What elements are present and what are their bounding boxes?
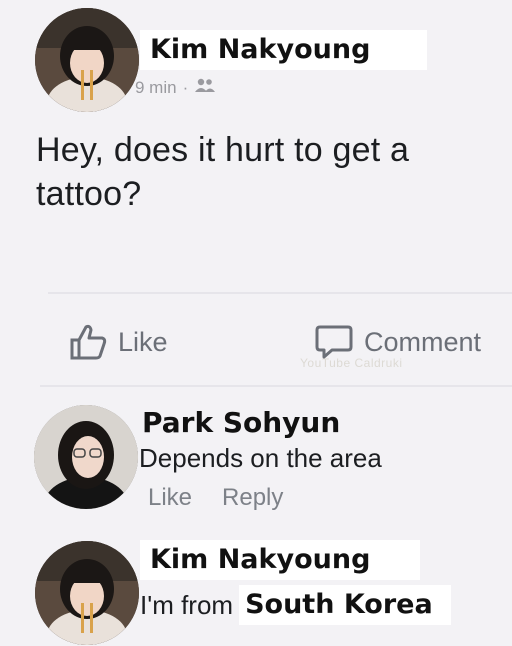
- comment-author-name[interactable]: Park Sohyun: [142, 406, 340, 439]
- post-timestamp[interactable]: 9 min ·: [135, 77, 216, 98]
- like-button[interactable]: Like: [68, 322, 168, 362]
- post-text-line-1: Hey, does it hurt to get a: [36, 131, 410, 169]
- comment-label: Comment: [364, 326, 482, 357]
- reply-text-highlight: South Korea: [239, 585, 452, 625]
- thumbs-up-icon: [68, 323, 108, 361]
- comment-reply-link[interactable]: Reply: [222, 484, 283, 512]
- reply-author-avatar[interactable]: [35, 541, 139, 645]
- comment-like-link[interactable]: Like: [148, 484, 192, 512]
- reply-author-name[interactable]: Kim Nakyoung: [140, 540, 420, 580]
- comment-actions: Like Reply: [148, 484, 283, 512]
- post-author-name[interactable]: Kim Nakyoung: [140, 30, 427, 70]
- post-body: Hey, does it hurt to get a tattoo?: [36, 128, 496, 216]
- comment-text: Depends on the area: [139, 443, 382, 473]
- watermark-text: YouTube Caldruki: [300, 356, 403, 370]
- post-author-avatar[interactable]: [35, 8, 139, 112]
- reply-text: I'm from South Korea: [140, 585, 452, 625]
- like-label: Like: [118, 326, 168, 357]
- post-time: 9 min: [135, 77, 177, 97]
- reply-text-prefix: I'm from: [140, 589, 234, 620]
- post-divider: [48, 292, 512, 294]
- separator-dot: ·: [182, 77, 189, 97]
- friends-icon: [194, 77, 216, 98]
- actions-divider: [40, 385, 512, 387]
- post-text-line-2: tattoo?: [36, 175, 142, 213]
- comment-author-avatar[interactable]: [34, 405, 138, 509]
